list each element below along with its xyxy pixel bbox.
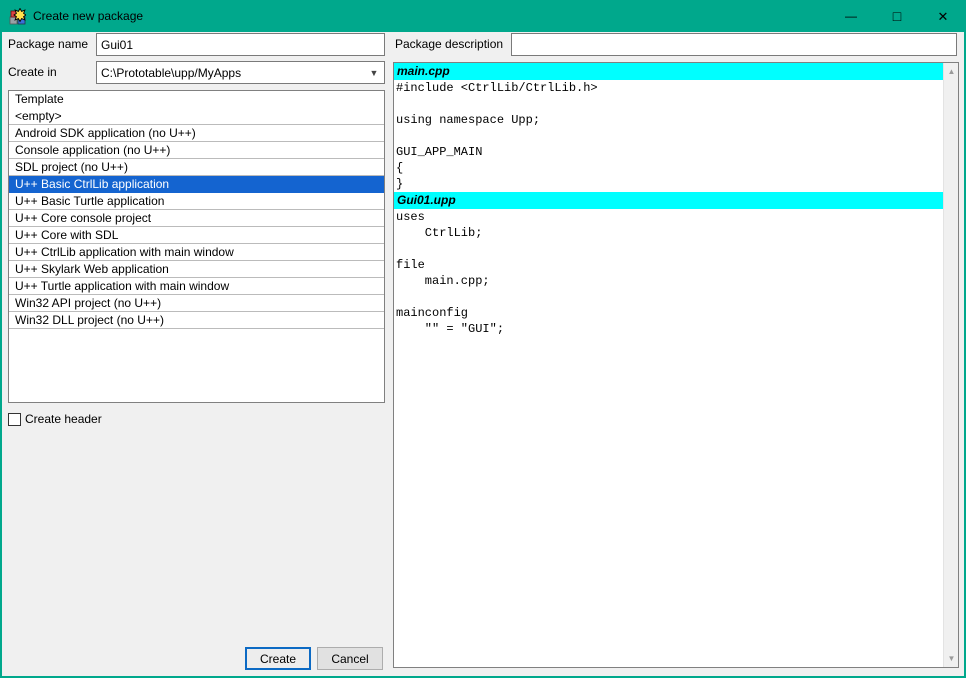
- create-in-combobox[interactable]: C:\Prototable\upp/MyApps ▼: [96, 61, 385, 84]
- scroll-down-icon[interactable]: ▼: [944, 651, 959, 666]
- close-button[interactable]: ✕: [920, 0, 966, 32]
- template-list-item[interactable]: Console application (no U++): [9, 142, 384, 159]
- minimize-icon: —: [845, 10, 857, 22]
- window-title: Create new package: [33, 9, 143, 23]
- template-list-item[interactable]: Win32 DLL project (no U++): [9, 312, 384, 329]
- create-in-label: Create in: [8, 61, 57, 84]
- minimize-button[interactable]: —: [828, 0, 874, 32]
- preview-upp-file-header: Gui01.upp: [394, 192, 943, 209]
- maximize-icon: □: [893, 9, 901, 23]
- preview-upp-file-code: uses CtrlLib; file main.cpp; mainconfig …: [394, 209, 943, 337]
- create-header-option: Create header: [8, 412, 102, 427]
- package-name-input[interactable]: [96, 33, 385, 56]
- template-list-item[interactable]: U++ Core console project: [9, 210, 384, 227]
- template-list-item[interactable]: Android SDK application (no U++): [9, 125, 384, 142]
- package-description-input[interactable]: [511, 33, 957, 56]
- app-icon: [9, 8, 26, 25]
- create-header-label: Create header: [25, 412, 102, 427]
- create-header-checkbox[interactable]: [8, 413, 21, 426]
- create-new-package-dialog: Create new package — □ ✕ Package name Cr…: [0, 0, 966, 678]
- template-list-item[interactable]: U++ Skylark Web application: [9, 261, 384, 278]
- preview-content: main.cpp #include <CtrlLib/CtrlLib.h> us…: [394, 63, 943, 667]
- package-preview-panel: main.cpp #include <CtrlLib/CtrlLib.h> us…: [393, 62, 959, 668]
- template-list-item[interactable]: U++ Core with SDL: [9, 227, 384, 244]
- preview-main-cpp-code: #include <CtrlLib/CtrlLib.h> using names…: [394, 80, 943, 192]
- chevron-down-icon: ▼: [364, 68, 384, 78]
- template-list-item[interactable]: U++ Turtle application with main window: [9, 278, 384, 295]
- package-name-label: Package name: [8, 33, 88, 56]
- scroll-up-icon[interactable]: ▲: [944, 64, 959, 79]
- titlebar[interactable]: Create new package — □ ✕: [0, 0, 966, 32]
- create-in-value: C:\Prototable\upp/MyApps: [97, 66, 364, 80]
- caption-buttons: — □ ✕: [828, 0, 966, 32]
- template-list: Template <empty> Android SDK application…: [8, 90, 385, 403]
- package-description-label: Package description: [395, 33, 503, 56]
- close-icon: ✕: [938, 10, 949, 23]
- maximize-button[interactable]: □: [874, 0, 920, 32]
- cancel-button[interactable]: Cancel: [317, 647, 383, 670]
- template-list-item-selected[interactable]: U++ Basic CtrlLib application: [9, 176, 384, 193]
- template-list-item[interactable]: U++ CtrlLib application with main window: [9, 244, 384, 261]
- template-list-header[interactable]: Template: [9, 91, 384, 108]
- template-list-item[interactable]: <empty>: [9, 108, 384, 125]
- preview-main-cpp-header: main.cpp: [394, 63, 943, 80]
- template-list-item[interactable]: U++ Basic Turtle application: [9, 193, 384, 210]
- preview-scrollbar[interactable]: ▲ ▼: [943, 63, 958, 667]
- dialog-content: Package name Create in C:\Prototable\upp…: [2, 32, 964, 676]
- template-list-item[interactable]: SDL project (no U++): [9, 159, 384, 176]
- create-button[interactable]: Create: [245, 647, 311, 670]
- template-list-item[interactable]: Win32 API project (no U++): [9, 295, 384, 312]
